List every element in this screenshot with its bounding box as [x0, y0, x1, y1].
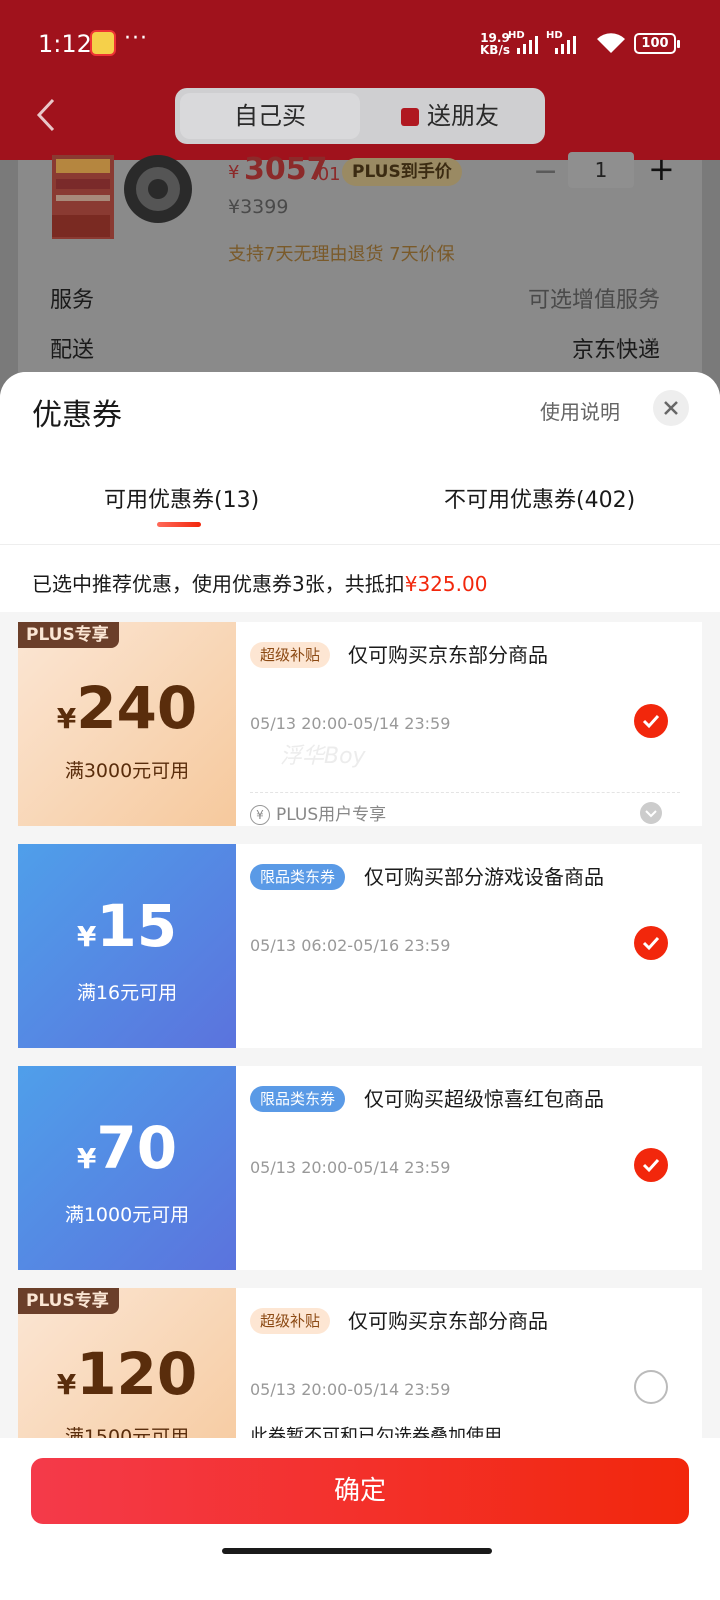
- coupon-value-panel: ¥70 满1000元可用: [18, 1066, 236, 1270]
- gift-icon: [401, 108, 419, 126]
- coupon-scope: 仅可购买超级惊喜红包商品: [364, 1087, 604, 1111]
- coupon-scope: 仅可购买京东部分商品: [348, 1309, 548, 1333]
- original-price: ¥3399: [228, 196, 289, 218]
- check-circle-icon: [642, 936, 660, 951]
- divider: [0, 544, 720, 545]
- back-chevron-icon[interactable]: [36, 98, 56, 132]
- signal-icon: [517, 36, 538, 54]
- sheet-title: 优惠券: [32, 398, 122, 433]
- check-circle-icon: [642, 714, 660, 729]
- status-time: 1:12: [38, 30, 92, 58]
- close-button[interactable]: [653, 390, 689, 426]
- coupon-unselected-check[interactable]: [634, 1370, 668, 1404]
- home-indicator[interactable]: [222, 1548, 492, 1554]
- coupon-validity: 05/13 20:00-05/14 23:59: [250, 714, 451, 733]
- quantity-increase-button[interactable]: +: [648, 150, 675, 188]
- coupon-card[interactable]: ¥15 满16元可用 限品类东券 仅可购买部分游戏设备商品 05/13 06:0…: [18, 844, 702, 1048]
- plus-price-decimal: .01: [312, 164, 341, 185]
- usage-instructions-link[interactable]: 使用说明: [540, 396, 620, 425]
- bottom-action-bar: 确定: [0, 1438, 720, 1600]
- delivery-row-label: 配送: [50, 338, 95, 363]
- coupon-card[interactable]: ¥70 满1000元可用 限品类东券 仅可购买超级惊喜红包商品 05/13 20…: [18, 1066, 702, 1270]
- divider: [250, 792, 680, 793]
- coupon-scope: 仅可购买部分游戏设备商品: [364, 865, 604, 889]
- coupon-type-badge: 限品类东券: [250, 1086, 346, 1112]
- tab-buy-for-self[interactable]: 自己买: [180, 93, 360, 139]
- chevron-down-icon[interactable]: [640, 802, 662, 824]
- coupon-amount: ¥15: [76, 892, 178, 960]
- coupon-amount: ¥120: [56, 1340, 198, 1408]
- battery-icon: 100: [634, 33, 680, 54]
- tab-available-coupons[interactable]: 可用优惠券(13): [104, 482, 259, 514]
- coupon-amount: ¥70: [76, 1114, 178, 1182]
- service-row-label: 服务: [50, 288, 95, 313]
- product-image: [52, 155, 192, 239]
- coupon-value-panel: PLUS专享 ¥240 满3000元可用: [18, 622, 236, 826]
- coupon-scope: 仅可购买京东部分商品: [348, 643, 548, 667]
- discount-total: ¥325.00: [404, 572, 488, 596]
- watermark: 浮华Boy: [280, 744, 366, 769]
- coupon-validity: 05/13 20:00-05/14 23:59: [250, 1380, 451, 1399]
- coupon-value-panel: ¥15 满16元可用: [18, 844, 236, 1048]
- coupon-selected-check[interactable]: [634, 704, 668, 738]
- delivery-row-value[interactable]: 京东快递: [572, 332, 660, 364]
- plus-price-badge: PLUS到手价: [342, 158, 462, 186]
- plus-exclusive-tag: PLUS专享: [18, 622, 119, 648]
- tab-send-to-friend[interactable]: 送朋友: [360, 93, 540, 139]
- service-row-value[interactable]: 可选增值服务: [528, 282, 660, 314]
- quantity-decrease-button[interactable]: −: [533, 154, 558, 189]
- coupon-condition: 满1000元可用: [64, 1204, 190, 1226]
- status-bar: 1:12 ··· 19.9 KB/s HD HD 100: [0, 0, 720, 90]
- active-tab-indicator: [157, 522, 201, 527]
- coupon-sheet-header: 优惠券 使用说明 可用优惠券(13) 不可用优惠券(402) 已选中推荐优惠，使…: [0, 372, 720, 612]
- confirm-button[interactable]: 确定: [31, 1458, 689, 1524]
- plus-exclusive-tag: PLUS专享: [18, 1288, 119, 1314]
- check-circle-icon: [642, 1158, 660, 1173]
- signal-icon-2: [555, 36, 576, 54]
- coupon-sheet: 优惠券 使用说明 可用优惠券(13) 不可用优惠券(402) 已选中推荐优惠，使…: [0, 372, 720, 1600]
- chevron-right-icon: ›: [650, 280, 659, 305]
- close-icon: [664, 401, 678, 415]
- coupon-card[interactable]: PLUS专享 ¥240 满3000元可用 超级补贴 仅可购买京东部分商品 05/…: [18, 622, 702, 826]
- coupon-condition: 满16元可用: [76, 982, 178, 1004]
- chevron-right-icon: ›: [650, 330, 659, 355]
- selection-summary: 已选中推荐优惠，使用优惠券3张，共抵扣¥325.00: [32, 572, 488, 596]
- service-promise: 支持7天无理由退货 7天价保: [228, 244, 455, 265]
- more-notifications-icon: ···: [124, 26, 148, 51]
- tab-unavailable-coupons[interactable]: 不可用优惠券(402): [444, 482, 635, 514]
- yen-icon: ¥: [250, 805, 270, 825]
- coupon-validity: 05/13 20:00-05/14 23:59: [250, 1158, 451, 1177]
- purchase-mode-switch: 自己买 送朋友: [175, 88, 545, 144]
- network-speed: 19.9 KB/s: [480, 31, 510, 57]
- wifi-icon: [597, 33, 625, 53]
- tab-send-to-friend-label: 送朋友: [427, 102, 499, 130]
- coupon-selected-check[interactable]: [634, 1148, 668, 1182]
- coupon-type-badge: 限品类东券: [250, 864, 346, 890]
- quantity-input[interactable]: 1: [568, 152, 634, 188]
- coupon-type-badge: 超级补贴: [250, 1308, 331, 1334]
- coupon-validity: 05/13 06:02-05/16 23:59: [250, 936, 451, 955]
- coupon-type-badge: 超级补贴: [250, 642, 331, 668]
- coupon-condition: 满3000元可用: [64, 760, 190, 782]
- app-notification-icon: [90, 30, 116, 56]
- coupon-selected-check[interactable]: [634, 926, 668, 960]
- coupon-amount: ¥240: [56, 674, 198, 742]
- coupon-footer: ¥ PLUS用户专享: [250, 800, 386, 825]
- price-currency: ¥: [228, 162, 240, 183]
